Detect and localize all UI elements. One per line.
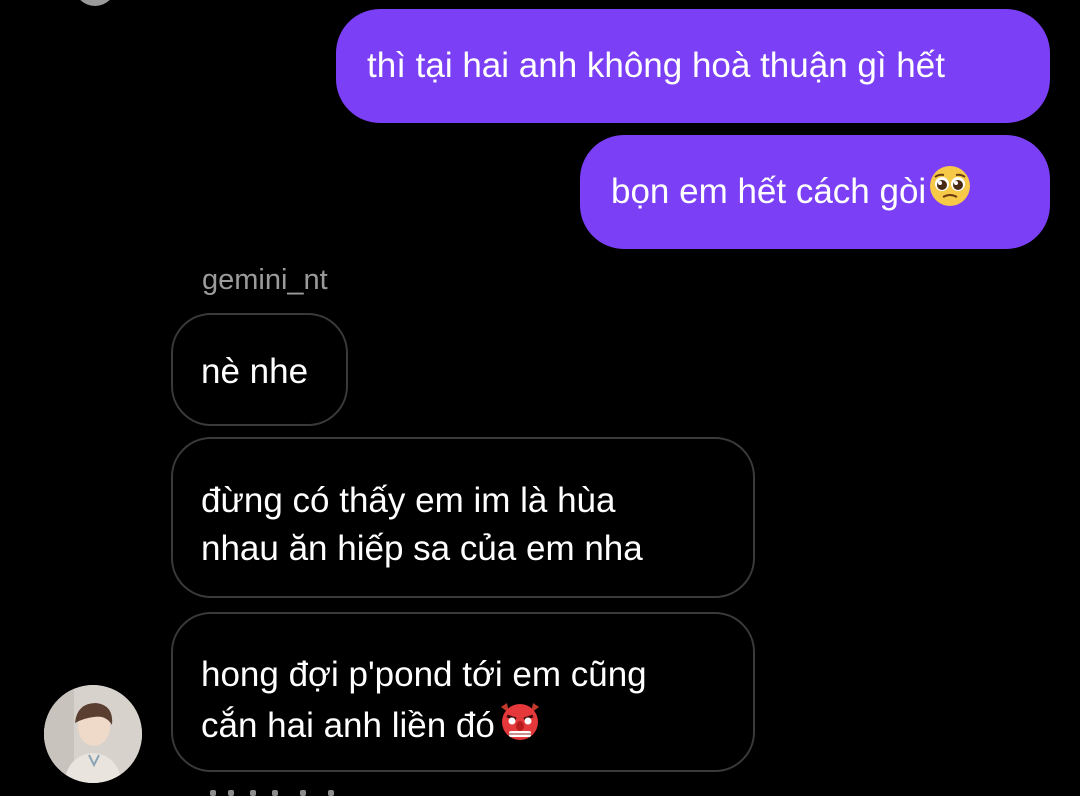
received-message-bubble[interactable]: hong đợi p'pond tới em cũng cắn hai anh …	[171, 612, 755, 772]
avatar-partial-top[interactable]	[74, 0, 116, 6]
avatar[interactable]	[44, 685, 142, 783]
profile-photo	[44, 685, 142, 783]
pleading-face-icon	[928, 164, 972, 221]
sender-name: gemini_nt	[202, 264, 328, 296]
message-line: đừng có thấy em im là hùa	[201, 481, 616, 520]
message-text: nè nhe	[201, 352, 309, 391]
message-line: cắn hai anh liền đó	[201, 705, 495, 745]
sent-message-bubble[interactable]: thì tại hai anh không hoà thuận gì hết	[336, 9, 1050, 123]
message-text: thì tại hai anh không hoà thuận gì hết	[367, 46, 945, 85]
message-text: bọn em hết cách gòi	[611, 172, 927, 211]
sent-message-bubble[interactable]: bọn em hết cách gòi	[580, 135, 1050, 249]
message-line: hong đợi p'pond tới em cũng	[201, 655, 647, 694]
received-message-bubble[interactable]: đừng có thấy em im là hùa nhau ăn hiếp s…	[171, 437, 755, 598]
received-message-bubble[interactable]: nè nhe	[171, 313, 348, 426]
message-line: nhau ăn hiếp sa của em nha	[201, 529, 643, 568]
message-line-with-emoji: cắn hai anh liền đó	[201, 699, 753, 756]
goblin-mask-icon	[497, 699, 543, 756]
